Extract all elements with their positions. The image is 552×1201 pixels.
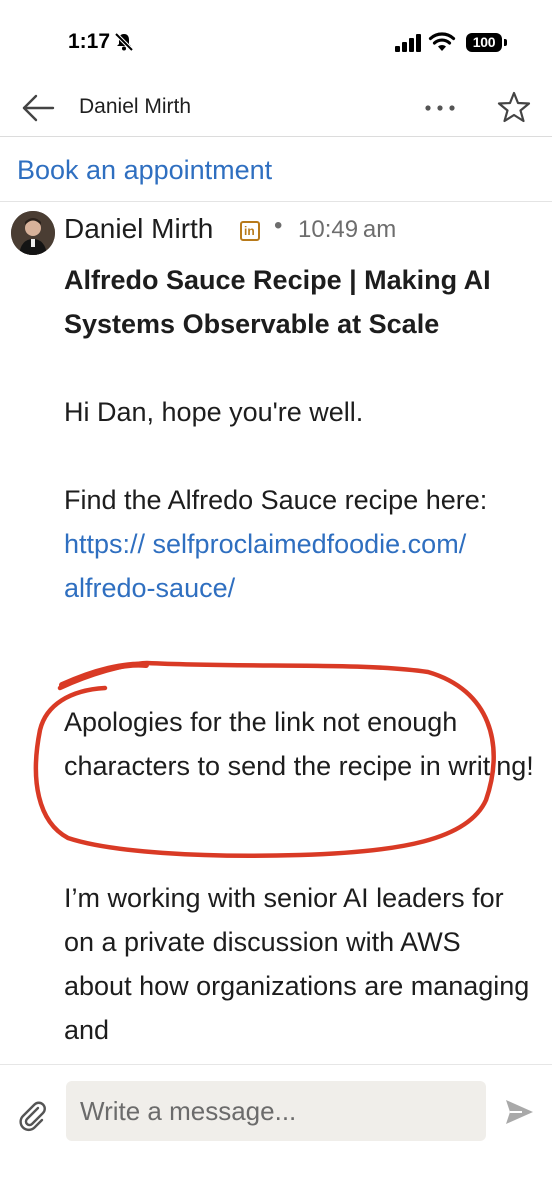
- book-appointment-link[interactable]: Book an appointment: [17, 155, 272, 186]
- message-greeting: Hi Dan, hope you're well.: [64, 397, 364, 427]
- contact-name[interactable]: Daniel Mirth: [79, 95, 191, 119]
- signal-icon: [395, 34, 421, 52]
- message-composer: [0, 1064, 552, 1201]
- message-apology: Apologies for the link not enough charac…: [64, 707, 534, 781]
- recipe-link[interactable]: https:// selfproclaimedfoodie.com/ alfre…: [64, 529, 466, 603]
- wifi-icon: [428, 32, 456, 51]
- status-time: 1:17: [68, 30, 111, 53]
- message-recipe-paragraph: Find the Alfredo Sauce recipe here: http…: [64, 478, 504, 610]
- message-input[interactable]: [66, 1081, 486, 1141]
- sender-name[interactable]: Daniel Mirth: [64, 213, 213, 245]
- linkedin-badge-icon: in: [240, 221, 260, 241]
- message-pitch: I’m working with senior AI leaders for o…: [64, 883, 530, 1045]
- star-icon[interactable]: [496, 89, 532, 125]
- back-arrow-icon[interactable]: [20, 92, 56, 124]
- separator-dot: •: [274, 212, 283, 239]
- battery-cap: [504, 39, 507, 46]
- paperclip-icon[interactable]: [16, 1099, 50, 1133]
- divider: [0, 201, 552, 202]
- more-icon[interactable]: [420, 92, 460, 124]
- recipe-intro: Find the Alfredo Sauce recipe here:: [64, 485, 488, 515]
- message-timestamp: 10:49 am: [298, 216, 397, 243]
- badge-label: in: [244, 224, 255, 238]
- avatar[interactable]: [11, 211, 55, 255]
- send-icon[interactable]: [502, 1095, 536, 1129]
- battery-icon: 100: [466, 33, 502, 52]
- bell-slash-icon: [114, 32, 134, 52]
- status-bar: 1:17 100: [0, 0, 552, 80]
- conversation-header: Daniel Mirth: [0, 80, 552, 137]
- message-subject: Alfredo Sauce Recipe | Making AI Systems…: [64, 265, 491, 339]
